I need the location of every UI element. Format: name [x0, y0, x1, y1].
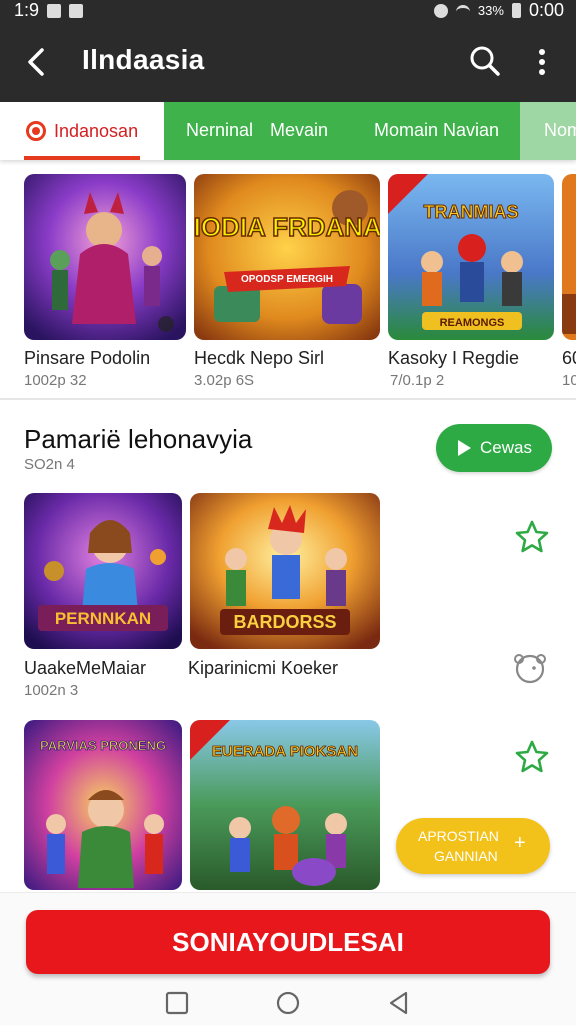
game-tile[interactable] — [562, 174, 576, 340]
game-meta: 3.02p 6S — [194, 372, 255, 389]
tab-indanosan[interactable]: Indanosan — [0, 102, 164, 160]
wifi-icon — [455, 5, 470, 16]
app-title: Ilndaasia — [82, 44, 205, 75]
game-title: Hecdk Nepo Sirl — [194, 348, 325, 368]
star-outline-icon[interactable] — [514, 739, 550, 775]
game-carousel[interactable]: Pinsare Podolin 1002p 32 HIODIA FRDANAS … — [0, 160, 576, 400]
recent-apps-icon[interactable] — [164, 990, 190, 1016]
game-tile[interactable]: BARDORSS — [190, 493, 380, 649]
photo-notification-icon — [69, 3, 84, 18]
clock: 0:00 — [528, 0, 564, 20]
category-tabs: Indanosan Nerninal Mevain Momain Navian … — [0, 102, 576, 160]
game-title: Kiparinicmi Koeker — [188, 658, 339, 678]
back-nav-icon[interactable] — [386, 990, 412, 1016]
play-icon — [458, 440, 472, 456]
game-title: 60 — [562, 348, 576, 368]
section-title: Pamarië lehonavyia — [24, 424, 253, 454]
game-artwork: PARVIAS PRONENG — [24, 720, 182, 890]
home-icon[interactable] — [275, 990, 301, 1016]
game-meta: 1002p 32 — [24, 372, 87, 389]
game-tile[interactable] — [24, 174, 186, 340]
play-button-label: Cewas — [480, 438, 532, 457]
primary-cta-button[interactable]: SONIAYOUDLESAI — [26, 910, 550, 974]
game-art-banner: REAMONGS — [440, 317, 505, 329]
tab-label: Nom — [544, 120, 576, 140]
game-art-title: BARDORSS — [233, 612, 336, 632]
section-subtitle: SO2n 4 — [24, 456, 75, 473]
tab-mevain[interactable]: Mevain — [270, 120, 328, 141]
fab-label-line1: APROSTIAN — [418, 828, 499, 844]
app-bar: Ilndaasia — [0, 22, 576, 102]
game-art-banner: OPODSP EMERGIH — [241, 274, 333, 285]
game-art-title: TRANMIAS — [424, 202, 519, 222]
face-outline-icon[interactable] — [512, 650, 548, 686]
game-title: Kasoky I Regdie — [388, 348, 520, 368]
game-artwork — [562, 174, 576, 340]
game-tile[interactable]: HIODIA FRDANAS OPODSP EMERGIH — [194, 174, 380, 340]
game-tile[interactable]: PERNNKAN — [24, 493, 182, 649]
game-artwork: TRANMIAS REAMONGS — [388, 174, 554, 340]
game-meta: 7/0.1p 2 — [390, 372, 445, 389]
section-divider — [0, 398, 576, 400]
tab-nom[interactable]: Nom — [520, 102, 576, 160]
search-icon[interactable] — [468, 44, 502, 78]
game-title: Pinsare Podolin — [24, 348, 151, 368]
game-meta: 10 — [562, 372, 576, 389]
floating-action-button[interactable]: APROSTIAN GANNIAN + — [396, 818, 550, 874]
game-art-title: HIODIA FRDANAS — [194, 212, 380, 242]
tab-label: Indanosan — [54, 120, 139, 141]
battery-percent: 33% — [477, 3, 504, 18]
back-arrow-icon[interactable] — [22, 44, 50, 80]
star-outline-icon[interactable] — [514, 519, 550, 555]
game-meta: 1002n 3 — [24, 682, 79, 699]
game-art-title: PARVIAS PRONENG — [40, 738, 166, 753]
tab-momain-navian[interactable]: Momain Navian — [374, 120, 499, 141]
game-tile[interactable]: EUERADA PIOKSAN — [190, 720, 380, 890]
tab-group-green: Nerninal Mevain Momain Navian — [164, 102, 520, 160]
status-time: 1:9 — [14, 0, 40, 20]
game-art-title: PERNNKAN — [55, 609, 151, 628]
alarm-icon — [433, 3, 448, 18]
fab-label-line2: GANNIAN — [434, 848, 498, 864]
tab-nerninal[interactable]: Nerninal — [186, 120, 253, 141]
game-artwork — [24, 174, 186, 340]
game-art-title: EUERADA PIOKSAN — [212, 743, 358, 760]
play-button[interactable]: Cewas — [436, 424, 552, 472]
notification-icon — [47, 3, 62, 18]
status-bar: 1:9 33% 0:00 — [0, 0, 576, 22]
plus-icon: + — [514, 832, 526, 854]
game-artwork: PERNNKAN — [24, 493, 182, 649]
tab-indanosan-icon — [26, 121, 46, 141]
more-options-icon[interactable] — [530, 44, 554, 80]
game-title: UaakeMeMaiar — [24, 658, 147, 678]
game-artwork: BARDORSS — [190, 493, 380, 649]
battery-icon — [511, 3, 521, 18]
game-tile[interactable]: PARVIAS PRONENG — [24, 720, 182, 890]
game-artwork: HIODIA FRDANAS OPODSP EMERGIH — [194, 174, 380, 340]
game-artwork: EUERADA PIOKSAN — [190, 720, 380, 890]
game-tile[interactable]: TRANMIAS REAMONGS — [388, 174, 554, 340]
